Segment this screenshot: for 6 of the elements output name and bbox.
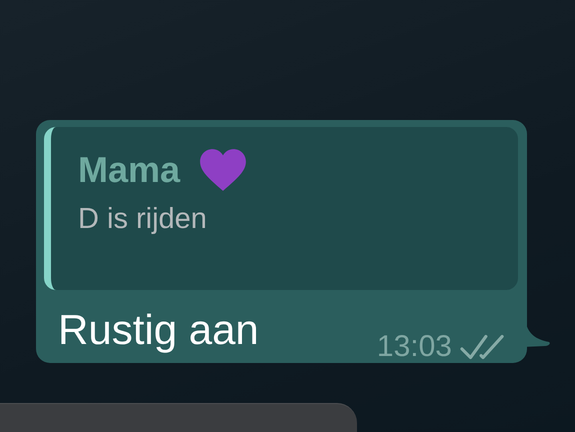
quoted-text: D is rijden: [78, 203, 208, 236]
sender-name: Mama: [78, 149, 180, 191]
message-text: Rustig aan: [58, 306, 259, 354]
quoted-message[interactable]: Mama D is rijden: [44, 127, 518, 290]
message-time: 13:03: [376, 330, 452, 364]
heart-icon: [198, 147, 248, 193]
